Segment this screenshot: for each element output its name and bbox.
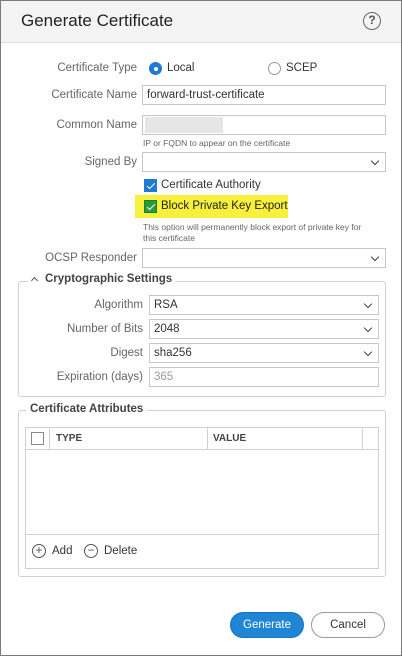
certificate-name-input[interactable]: forward-trust-certificate bbox=[142, 85, 386, 105]
add-button[interactable]: Add bbox=[52, 545, 72, 557]
digest-select[interactable]: sha256 bbox=[149, 343, 379, 363]
delete-button[interactable]: Delete bbox=[104, 545, 137, 557]
chevron-down-icon bbox=[363, 347, 373, 357]
radio-scep-label: SCEP bbox=[286, 62, 318, 74]
certificate-type-label: Certificate Type bbox=[57, 62, 137, 74]
column-divider bbox=[207, 428, 208, 450]
table-footer: + Add − Delete bbox=[26, 534, 378, 568]
dialog-header: Generate Certificate ? bbox=[1, 1, 401, 43]
common-name-input[interactable] bbox=[142, 115, 386, 135]
column-header-type[interactable]: TYPE bbox=[56, 433, 82, 444]
number-of-bits-label: Number of Bits bbox=[66, 323, 143, 335]
radio-scep[interactable] bbox=[268, 62, 281, 75]
column-divider bbox=[49, 428, 50, 450]
add-icon[interactable]: + bbox=[32, 544, 46, 558]
certificate-authority-checkbox[interactable] bbox=[144, 179, 157, 192]
block-private-key-export-checkbox[interactable] bbox=[144, 200, 157, 213]
column-divider bbox=[362, 428, 363, 450]
ocsp-responder-select[interactable] bbox=[142, 248, 386, 268]
block-private-key-export-label: Block Private Key Export bbox=[161, 200, 288, 212]
expiration-input[interactable]: 365 bbox=[149, 367, 379, 387]
algorithm-value: RSA bbox=[154, 299, 178, 311]
delete-icon[interactable]: − bbox=[84, 544, 98, 558]
chevron-down-icon bbox=[370, 252, 380, 262]
common-name-hint: IP or FQDN to appear on the certificate bbox=[143, 138, 291, 148]
redacted-value bbox=[145, 117, 223, 133]
table-header: TYPE VALUE bbox=[26, 428, 378, 450]
attributes-table: TYPE VALUE + Add − Delete bbox=[25, 427, 379, 569]
algorithm-label: Algorithm bbox=[94, 299, 143, 311]
algorithm-select[interactable]: RSA bbox=[149, 295, 379, 315]
generate-certificate-dialog: Generate Certificate ? Certificate Type … bbox=[0, 0, 402, 656]
radio-local-label: Local bbox=[167, 62, 195, 74]
block-export-hint-line2: this certificate bbox=[143, 233, 195, 243]
certificate-authority-label: Certificate Authority bbox=[161, 179, 261, 191]
certificate-attributes-title: Certificate Attributes bbox=[26, 403, 148, 415]
cryptographic-settings-toggle[interactable]: Cryptographic Settings bbox=[28, 273, 177, 285]
digest-value: sha256 bbox=[154, 347, 192, 359]
number-of-bits-select[interactable]: 2048 bbox=[149, 319, 379, 339]
radio-local[interactable] bbox=[149, 62, 162, 75]
dialog-title: Generate Certificate bbox=[21, 11, 174, 30]
digest-label: Digest bbox=[110, 347, 143, 359]
cryptographic-settings-title: Cryptographic Settings bbox=[45, 273, 173, 285]
select-all-checkbox[interactable] bbox=[31, 432, 44, 445]
help-icon[interactable]: ? bbox=[363, 12, 381, 30]
chevron-down-icon bbox=[363, 323, 373, 333]
block-export-hint-line1: This option will permanently block expor… bbox=[143, 222, 362, 232]
certificate-name-label: Certificate Name bbox=[51, 89, 137, 101]
signed-by-label: Signed By bbox=[84, 156, 137, 168]
number-of-bits-value: 2048 bbox=[154, 323, 180, 335]
common-name-label: Common Name bbox=[56, 119, 137, 131]
column-header-value[interactable]: VALUE bbox=[213, 433, 246, 444]
expiration-label: Expiration (days) bbox=[56, 371, 143, 383]
ocsp-responder-label: OCSP Responder bbox=[45, 252, 137, 264]
signed-by-select[interactable] bbox=[142, 152, 386, 172]
chevron-up-icon bbox=[30, 276, 39, 285]
generate-button[interactable]: Generate bbox=[230, 612, 304, 638]
chevron-down-icon bbox=[363, 299, 373, 309]
chevron-down-icon bbox=[370, 156, 380, 166]
cancel-button[interactable]: Cancel bbox=[311, 612, 385, 638]
